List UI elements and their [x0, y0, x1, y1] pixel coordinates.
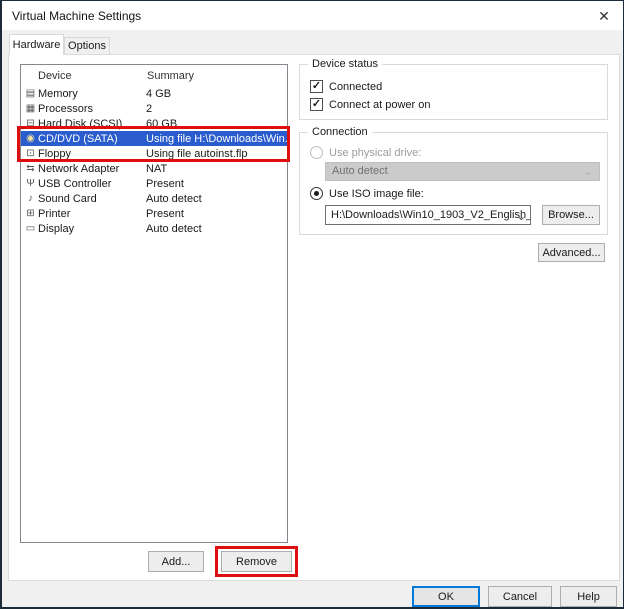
printer-icon: ⊞ [24, 206, 37, 221]
table-row[interactable]: ▦Processors2 [21, 101, 287, 116]
device-name: Network Adapter [38, 163, 146, 175]
sound-icon: ♪ [24, 191, 37, 206]
device-summary: Auto detect [146, 193, 287, 205]
floppy-icon: ⊡ [24, 146, 37, 161]
close-icon[interactable]: ✕ [594, 7, 614, 25]
physical-drive-select: Auto detect ⌄ [325, 162, 600, 181]
cd-dvd-icon: ◉ [24, 131, 37, 146]
device-summary: Present [146, 178, 287, 190]
network-adapter-icon: ⇆ [24, 161, 37, 176]
device-summary: NAT [146, 163, 287, 175]
device-name: USB Controller [38, 178, 146, 190]
device-name: Sound Card [38, 193, 146, 205]
device-name: Display [38, 223, 146, 235]
device-summary: 60 GB [146, 118, 287, 130]
power-on-checkbox[interactable]: ✓ [310, 98, 323, 111]
iso-radio-row[interactable]: Use ISO image file: [310, 187, 424, 200]
connection-label: Connection [308, 126, 372, 138]
table-row[interactable]: ⇆Network AdapterNAT [21, 161, 287, 176]
device-summary: 4 GB [146, 88, 287, 100]
connection-group: Connection Use physical drive: Auto dete… [299, 132, 608, 235]
table-row[interactable]: ΨUSB ControllerPresent [21, 176, 287, 191]
device-rows: ▤Memory4 GB▦Processors2⊟Hard Disk (SCSI)… [21, 86, 287, 236]
device-list[interactable]: Device Summary ▤Memory4 GB▦Processors2⊟H… [20, 64, 288, 543]
iso-path-value: H:\Downloads\Win10_1903_V2_English_x6 [331, 209, 531, 221]
iso-radio[interactable] [310, 187, 323, 200]
iso-label: Use ISO image file: [329, 188, 424, 200]
device-name: Processors [38, 103, 146, 115]
device-status-group: Device status ✓ Connected ✓ Connect at p… [299, 64, 608, 120]
tab-hardware[interactable]: Hardware [9, 34, 64, 55]
advanced-button[interactable]: Advanced... [538, 243, 605, 262]
chevron-down-icon: ⌄ [584, 164, 593, 181]
connected-checkbox-row[interactable]: ✓ Connected [310, 80, 382, 93]
table-row[interactable]: ♪Sound CardAuto detect [21, 191, 287, 206]
device-summary: 2 [146, 103, 287, 115]
table-row[interactable]: ▤Memory4 GB [21, 86, 287, 101]
device-summary: Auto detect [146, 223, 287, 235]
device-summary: Using file H:\Downloads\Win... [146, 133, 287, 145]
device-name: CD/DVD (SATA) [38, 133, 146, 145]
chevron-down-icon[interactable]: ⌄ [517, 208, 526, 225]
connected-checkbox[interactable]: ✓ [310, 80, 323, 93]
device-summary: Using file autoinst.flp [146, 148, 287, 160]
window-title: Virtual Machine Settings [12, 9, 141, 23]
physical-drive-radio-row[interactable]: Use physical drive: [310, 146, 421, 159]
remove-button[interactable]: Remove [221, 551, 292, 572]
add-button[interactable]: Add... [148, 551, 204, 572]
device-name: Memory [38, 88, 146, 100]
hard-disk-icon: ⊟ [24, 116, 37, 131]
power-on-label: Connect at power on [329, 99, 431, 111]
device-name: Hard Disk (SCSI) [38, 118, 146, 130]
ok-button[interactable]: OK [412, 586, 480, 607]
table-row[interactable]: ◉CD/DVD (SATA)Using file H:\Downloads\Wi… [21, 131, 287, 146]
table-row[interactable]: ⊞PrinterPresent [21, 206, 287, 221]
hardware-tab-page: Device Summary ▤Memory4 GB▦Processors2⊟H… [8, 54, 620, 581]
memory-icon: ▤ [24, 86, 37, 101]
vm-settings-dialog: Virtual Machine Settings ✕ HardwareOptio… [0, 0, 624, 609]
processor-icon: ▦ [24, 101, 37, 116]
cancel-button[interactable]: Cancel [488, 586, 552, 607]
tab-options[interactable]: Options [64, 37, 110, 55]
device-list-header: Device Summary [21, 65, 287, 86]
physical-drive-label: Use physical drive: [329, 147, 421, 159]
browse-button[interactable]: Browse... [542, 205, 600, 225]
physical-drive-radio[interactable] [310, 146, 323, 159]
column-header-device[interactable]: Device [38, 70, 72, 82]
table-row[interactable]: ▭DisplayAuto detect [21, 221, 287, 236]
help-button[interactable]: Help [560, 586, 617, 607]
device-name: Floppy [38, 148, 146, 160]
device-summary: Present [146, 208, 287, 220]
physical-drive-value: Auto detect [332, 165, 388, 177]
column-header-summary[interactable]: Summary [147, 70, 194, 82]
power-on-checkbox-row[interactable]: ✓ Connect at power on [310, 98, 431, 111]
connected-label: Connected [329, 81, 382, 93]
display-icon: ▭ [24, 221, 37, 236]
device-name: Printer [38, 208, 146, 220]
iso-path-combobox[interactable]: H:\Downloads\Win10_1903_V2_English_x6 ⌄ [325, 205, 531, 225]
titlebar: Virtual Machine Settings ✕ [2, 1, 623, 30]
table-row[interactable]: ⊡FloppyUsing file autoinst.flp [21, 146, 287, 161]
usb-icon: Ψ [24, 176, 37, 191]
table-row[interactable]: ⊟Hard Disk (SCSI)60 GB [21, 116, 287, 131]
device-status-label: Device status [308, 58, 382, 70]
